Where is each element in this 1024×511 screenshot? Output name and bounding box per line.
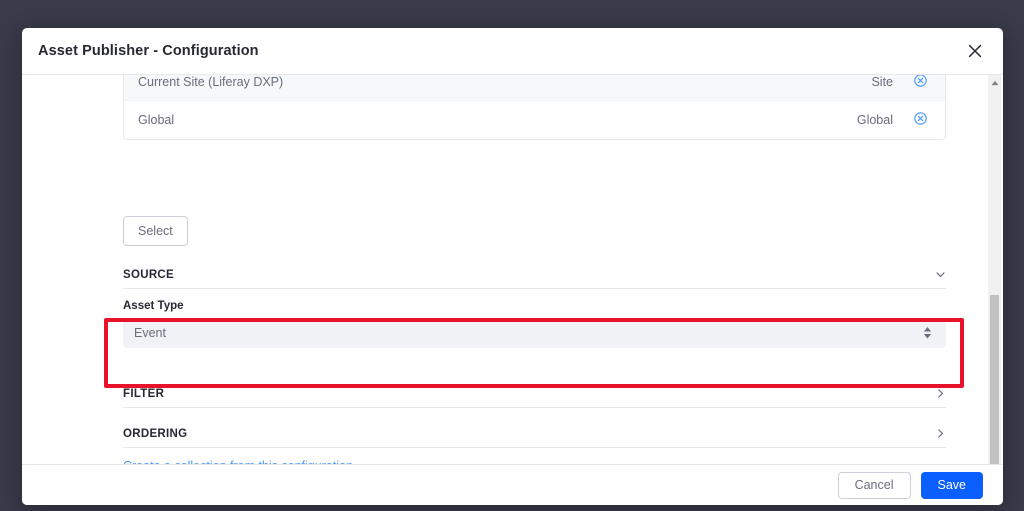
table-row[interactable]: Current Site (Liferay DXP) Site bbox=[124, 75, 945, 101]
section-source-header[interactable]: SOURCE bbox=[123, 261, 946, 289]
section-source-label: SOURCE bbox=[123, 268, 175, 281]
table-row[interactable]: Global Global bbox=[124, 101, 945, 139]
remove-scope-button[interactable] bbox=[909, 112, 931, 128]
chevron-right-icon bbox=[935, 388, 946, 399]
select-scope-button[interactable]: Select bbox=[123, 216, 188, 246]
section-ordering-header[interactable]: ORDERING bbox=[123, 420, 946, 448]
asset-type-select[interactable]: Event bbox=[123, 318, 946, 348]
create-collection-link[interactable]: Create a collection from this configurat… bbox=[123, 459, 356, 464]
cancel-button[interactable]: Cancel bbox=[837, 471, 911, 499]
asset-type-field: Asset Type Event bbox=[123, 300, 946, 348]
modal-header: Asset Publisher - Configuration bbox=[22, 28, 1003, 75]
scrollbar-thumb[interactable] bbox=[990, 295, 999, 464]
stepper-up-down-icon bbox=[923, 327, 932, 339]
modal-footer: Cancel Save bbox=[22, 464, 1003, 505]
scroll-content: Current Site (Liferay DXP) Site Global G bbox=[22, 75, 1003, 464]
scope-name: Current Site (Liferay DXP) bbox=[138, 75, 284, 89]
page-title: Asset Publisher - Configuration bbox=[38, 43, 259, 59]
configuration-modal: Asset Publisher - Configuration Current … bbox=[22, 28, 1003, 505]
scope-type: Site bbox=[871, 75, 893, 89]
circle-x-icon bbox=[913, 75, 927, 90]
scroll-up-arrow-icon[interactable] bbox=[988, 77, 1001, 89]
asset-type-value: Event bbox=[134, 326, 166, 340]
close-button[interactable] bbox=[959, 35, 991, 67]
section-source: SOURCE bbox=[123, 261, 946, 289]
scope-table: Current Site (Liferay DXP) Site Global G bbox=[123, 75, 946, 140]
remove-scope-button[interactable] bbox=[909, 75, 931, 90]
section-filter-header[interactable]: FILTER bbox=[123, 380, 946, 408]
close-icon bbox=[968, 44, 982, 58]
vertical-scrollbar[interactable] bbox=[988, 75, 1001, 464]
scope-name: Global bbox=[138, 113, 175, 127]
scope-type: Global bbox=[856, 113, 893, 127]
section-ordering-label: ORDERING bbox=[123, 427, 188, 440]
section-ordering: ORDERING bbox=[123, 420, 946, 448]
section-filter-label: FILTER bbox=[123, 387, 165, 400]
save-button[interactable]: Save bbox=[920, 471, 983, 499]
chevron-right-icon bbox=[935, 428, 946, 439]
circle-x-icon bbox=[913, 112, 927, 128]
modal-body: Current Site (Liferay DXP) Site Global G bbox=[22, 75, 1003, 464]
section-filter: FILTER bbox=[123, 380, 946, 408]
chevron-down-icon bbox=[935, 269, 946, 280]
asset-type-label: Asset Type bbox=[123, 300, 184, 312]
